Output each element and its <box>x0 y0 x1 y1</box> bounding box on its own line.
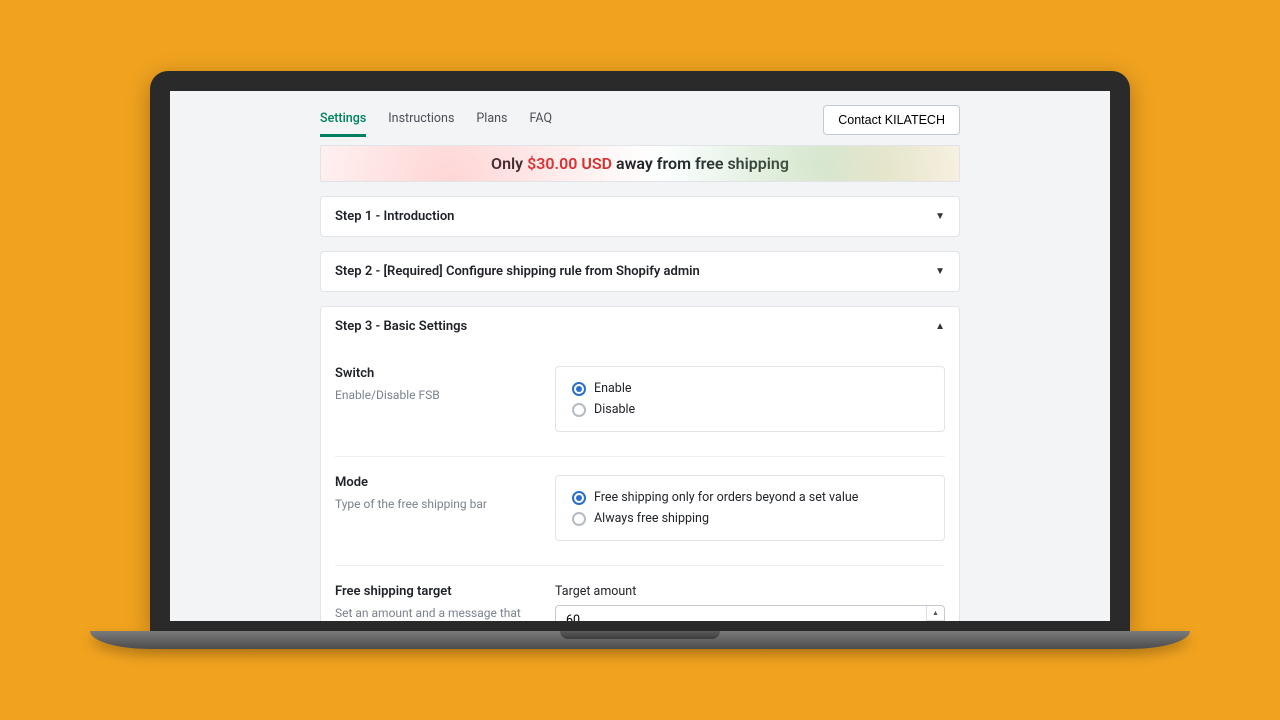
switch-row: Switch Enable/Disable FSB Enable <box>335 362 945 457</box>
target-title: Free shipping target <box>335 584 535 599</box>
step-1-header[interactable]: Step 1 - Introduction ▼ <box>320 196 960 237</box>
switch-desc: Enable/Disable FSB <box>335 387 535 404</box>
radio-mode-always-label: Always free shipping <box>594 511 709 526</box>
chevron-up-icon: ▲ <box>935 321 945 332</box>
radio-mode-beyond[interactable]: Free shipping only for orders beyond a s… <box>572 490 928 505</box>
step-3-panel: Switch Enable/Disable FSB Enable <box>320 346 960 621</box>
target-amount-input[interactable] <box>555 605 945 621</box>
step-2-title: Step 2 - [Required] Configure shipping r… <box>335 264 700 279</box>
mode-desc: Type of the free shipping bar <box>335 496 535 513</box>
step-3-header[interactable]: Step 3 - Basic Settings ▲ <box>320 306 960 346</box>
radio-disable-label: Disable <box>594 402 635 417</box>
switch-title: Switch <box>335 366 535 381</box>
chevron-down-icon: ▼ <box>935 211 945 222</box>
radio-icon <box>572 382 586 396</box>
spinner-up[interactable]: ▲ <box>927 606 944 621</box>
banner-prefix: Only <box>491 154 527 173</box>
tab-instructions[interactable]: Instructions <box>388 103 454 137</box>
radio-icon <box>572 403 586 417</box>
banner-suffix: away from free shipping <box>612 154 789 173</box>
target-row: Free shipping target Set an amount and a… <box>335 566 945 621</box>
app: Settings Instructions Plans FAQ Contact … <box>170 91 1110 621</box>
banner-amount: $30.00 USD <box>527 154 612 173</box>
bezel: Settings Instructions Plans FAQ Contact … <box>150 71 1130 631</box>
chevron-down-icon: ▼ <box>935 266 945 277</box>
laptop-mockup: Settings Instructions Plans FAQ Contact … <box>150 71 1130 649</box>
target-amount-label: Target amount <box>555 584 945 599</box>
laptop-base <box>90 631 1190 649</box>
mode-title: Mode <box>335 475 535 490</box>
target-desc: Set an amount and a message that you wis… <box>335 605 535 621</box>
tab-plans[interactable]: Plans <box>476 103 507 137</box>
radio-disable[interactable]: Disable <box>572 402 928 417</box>
step-3-title: Step 3 - Basic Settings <box>335 319 467 334</box>
mode-row: Mode Type of the free shipping bar Free … <box>335 457 945 566</box>
topbar: Settings Instructions Plans FAQ Contact … <box>320 97 960 137</box>
radio-enable-label: Enable <box>594 381 632 396</box>
laptop-notch <box>560 631 720 639</box>
radio-mode-always[interactable]: Always free shipping <box>572 511 928 526</box>
target-card: Target amount ▲ ▼ Initial message <box>555 584 945 621</box>
switch-card: Enable Disable <box>555 366 945 432</box>
radio-icon <box>572 491 586 505</box>
tab-faq[interactable]: FAQ <box>530 103 553 137</box>
tabs: Settings Instructions Plans FAQ <box>320 103 552 137</box>
radio-icon <box>572 512 586 526</box>
free-shipping-banner: Only $30.00 USD away from free shipping <box>320 145 960 182</box>
contact-button[interactable]: Contact KILATECH <box>823 105 960 135</box>
tab-settings[interactable]: Settings <box>320 103 366 137</box>
radio-enable[interactable]: Enable <box>572 381 928 396</box>
number-spinner: ▲ ▼ <box>926 606 944 621</box>
screen: Settings Instructions Plans FAQ Contact … <box>170 91 1110 621</box>
mode-card: Free shipping only for orders beyond a s… <box>555 475 945 541</box>
step-2-header[interactable]: Step 2 - [Required] Configure shipping r… <box>320 251 960 292</box>
radio-mode-beyond-label: Free shipping only for orders beyond a s… <box>594 490 858 505</box>
step-1-title: Step 1 - Introduction <box>335 209 454 224</box>
